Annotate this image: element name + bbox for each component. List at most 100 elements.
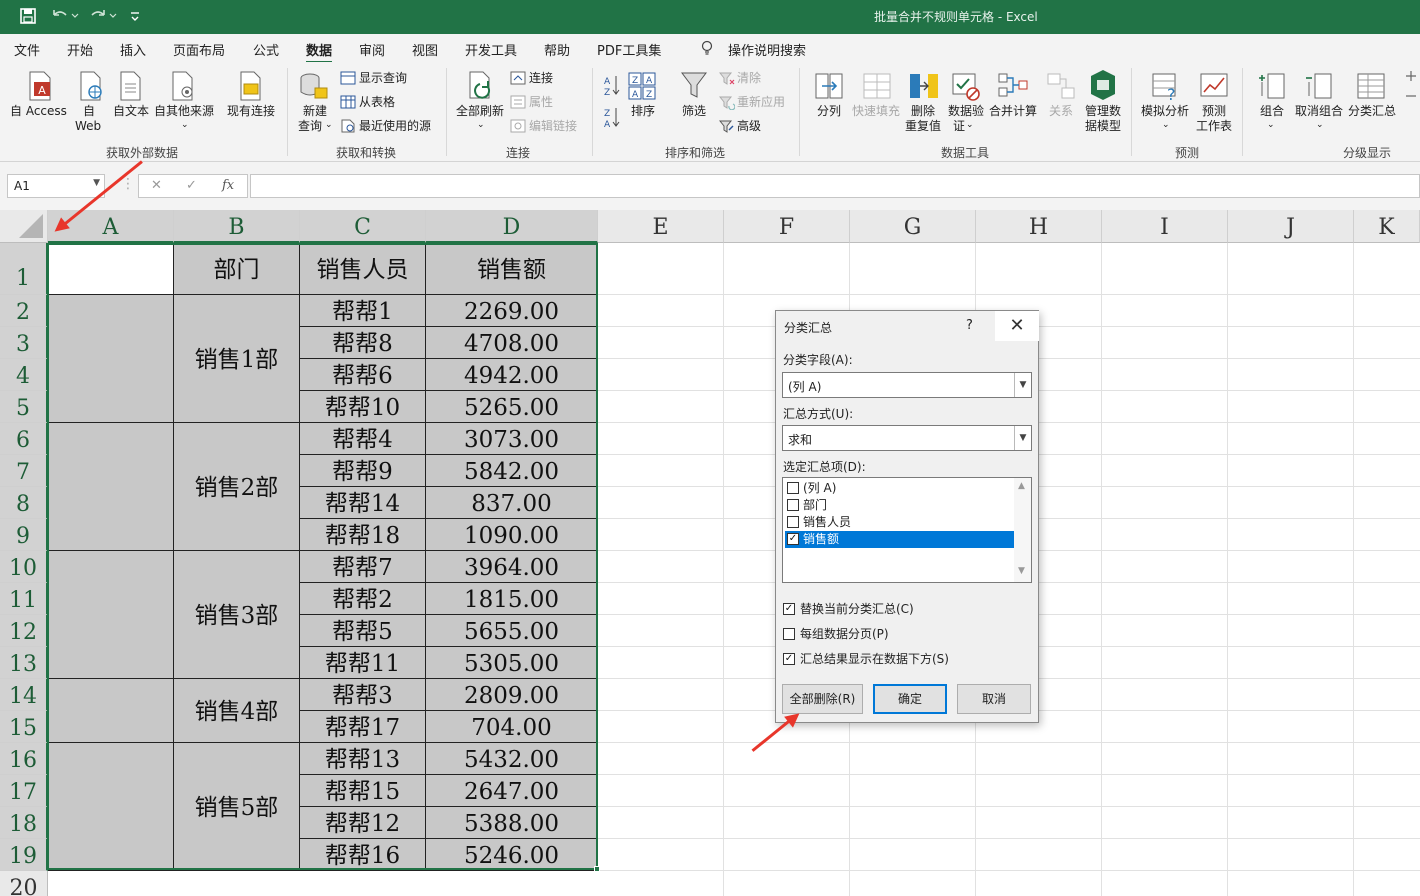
row-header-16[interactable]: 16 [0, 743, 48, 775]
tab-pdf-tools[interactable]: PDF工具集 [597, 40, 661, 59]
enter-icon[interactable]: ✓ [186, 178, 197, 193]
existing-connections-button[interactable]: 现有连接 [227, 104, 275, 119]
cell-sales-person[interactable]: 帮帮6 [300, 359, 426, 391]
tab-help[interactable]: 帮助 [544, 40, 570, 59]
column-header-g[interactable]: G [850, 210, 976, 243]
scrollbar[interactable]: ▲ ▼ [1014, 478, 1031, 582]
chevron-down-icon[interactable]: ▼ [1018, 566, 1025, 576]
cell-sales-person[interactable]: 帮帮2 [300, 583, 426, 615]
row-header-3[interactable]: 3 [0, 327, 48, 359]
ungroup-button[interactable]: 取消组合 [1295, 104, 1343, 119]
remove-duplicates-button-line1[interactable]: 删除 [911, 104, 935, 119]
cell-sales-person[interactable]: 帮帮1 [300, 295, 426, 327]
ok-button[interactable]: 确定 [873, 684, 947, 714]
properties-button[interactable]: 属性 [529, 95, 553, 110]
tab-view[interactable]: 视图 [412, 40, 438, 59]
row-header-10[interactable]: 10 [0, 551, 48, 583]
cell-sales-amount[interactable]: 704.00 [426, 711, 598, 743]
cell-sales-amount[interactable]: 5842.00 [426, 455, 598, 487]
header-dept[interactable]: 部门 [174, 243, 300, 295]
column-header-e[interactable]: E [598, 210, 724, 243]
from-access-button[interactable]: 自 Access [10, 104, 67, 119]
undo-icon[interactable] [50, 8, 80, 28]
header-amount[interactable]: 销售额 [426, 243, 598, 295]
cell-sales-amount[interactable]: 2809.00 [426, 679, 598, 711]
chevron-up-icon[interactable]: ▲ [1018, 481, 1025, 491]
cell-department[interactable]: 销售4部 [174, 679, 300, 743]
data-validation-button-line1[interactable]: 数据验 [948, 104, 984, 119]
items-listbox[interactable]: (列 A) 部门 销售人员 ✓ 销售额 ▲ ▼ [782, 477, 1032, 583]
redo-icon[interactable] [88, 8, 118, 28]
refresh-all-button[interactable]: 全部刷新 [456, 104, 504, 119]
cancel-button[interactable]: 取消 [957, 684, 1031, 714]
column-header-h[interactable]: H [976, 210, 1102, 243]
text-to-columns-button[interactable]: 分列 [817, 104, 841, 119]
from-other-sources-button[interactable]: 自其他来源 [154, 104, 214, 119]
connections-button[interactable]: 连接 [529, 71, 553, 86]
cell-a1[interactable] [48, 243, 174, 295]
tell-me-search[interactable]: 操作说明搜索 [728, 40, 806, 59]
recent-sources-button[interactable]: 最近使用的源 [359, 119, 431, 134]
checkbox[interactable] [783, 628, 795, 640]
edit-links-button[interactable]: 编辑链接 [529, 119, 577, 134]
row-header-12[interactable]: 12 [0, 615, 48, 647]
checkbox[interactable] [787, 499, 799, 511]
list-item[interactable]: 部门 [785, 497, 1015, 514]
row-header-2[interactable]: 2 [0, 295, 48, 327]
cell-department[interactable]: 销售1部 [174, 295, 300, 423]
row-header-17[interactable]: 17 [0, 775, 48, 807]
cell-sales-person[interactable]: 帮帮18 [300, 519, 426, 551]
tab-insert[interactable]: 插入 [120, 40, 146, 59]
worksheet-grid[interactable]: A B C D E F G H I J K 1 2 3 4 5 6 7 8 9 10 11 12 13 14 15 16 17 18 19… [0, 210, 1420, 896]
header-person[interactable]: 销售人员 [300, 243, 426, 295]
help-icon[interactable]: ? [966, 318, 973, 333]
show-queries-button[interactable]: 显示查询 [359, 71, 407, 86]
list-item[interactable]: ✓ 销售额 [785, 531, 1015, 548]
cell-sales-person[interactable]: 帮帮10 [300, 391, 426, 423]
page-break-option[interactable]: 每组数据分页(P) [783, 627, 889, 643]
formula-input[interactable] [250, 174, 1420, 198]
clear-button[interactable]: 清除 [737, 71, 761, 86]
cell-sales-person[interactable]: 帮帮8 [300, 327, 426, 359]
cell-sales-amount[interactable]: 2647.00 [426, 775, 598, 807]
reapply-button[interactable]: 重新应用 [737, 95, 785, 110]
row-header-5[interactable]: 5 [0, 391, 48, 423]
data-model-button-line1[interactable]: 管理数 [1085, 104, 1121, 119]
tab-home[interactable]: 开始 [67, 40, 93, 59]
checkbox[interactable]: ✓ [787, 533, 799, 545]
consolidate-button[interactable]: 合并计算 [989, 104, 1037, 119]
advanced-button[interactable]: 高级 [737, 119, 761, 134]
customize-icon[interactable] [130, 8, 140, 28]
cell-sales-amount[interactable]: 5246.00 [426, 839, 598, 871]
row-header-19[interactable]: 19 [0, 839, 48, 871]
cell-col-a-group[interactable] [48, 423, 174, 551]
cell-sales-amount[interactable]: 5655.00 [426, 615, 598, 647]
cell-sales-person[interactable]: 帮帮13 [300, 743, 426, 775]
new-query-button-line1[interactable]: 新建 [303, 104, 327, 119]
forecast-sheet-button-line2[interactable]: 工作表 [1196, 119, 1232, 134]
cell-sales-person[interactable]: 帮帮4 [300, 423, 426, 455]
checkbox[interactable]: ✓ [783, 653, 795, 665]
cell-sales-person[interactable]: 帮帮12 [300, 807, 426, 839]
row-header-7[interactable]: 7 [0, 455, 48, 487]
data-model-button-line2[interactable]: 据模型 [1085, 119, 1121, 134]
row-header-15[interactable]: 15 [0, 711, 48, 743]
name-box[interactable]: A1 ▼ [7, 174, 105, 198]
cell-sales-amount[interactable]: 5265.00 [426, 391, 598, 423]
tab-formulas[interactable]: 公式 [253, 40, 279, 59]
cancel-icon[interactable]: ✕ [151, 178, 162, 193]
method-select[interactable]: 求和 ▼ [782, 425, 1032, 451]
cell-department[interactable]: 销售3部 [174, 551, 300, 679]
list-item[interactable]: (列 A) [785, 480, 1015, 497]
chevron-down-icon[interactable]: ▼ [1014, 426, 1031, 450]
from-web-button-line2[interactable]: Web [75, 119, 101, 134]
select-all-button[interactable] [0, 210, 48, 243]
cell-sales-amount[interactable]: 5388.00 [426, 807, 598, 839]
list-item[interactable]: 销售人员 [785, 514, 1015, 531]
cell-sales-amount[interactable]: 1090.00 [426, 519, 598, 551]
filter-button[interactable]: 筛选 [682, 104, 706, 119]
cell-department[interactable]: 销售2部 [174, 423, 300, 551]
row-header-1[interactable]: 1 [0, 243, 48, 295]
checkbox[interactable]: ✓ [783, 603, 795, 615]
cell-sales-person[interactable]: 帮帮7 [300, 551, 426, 583]
